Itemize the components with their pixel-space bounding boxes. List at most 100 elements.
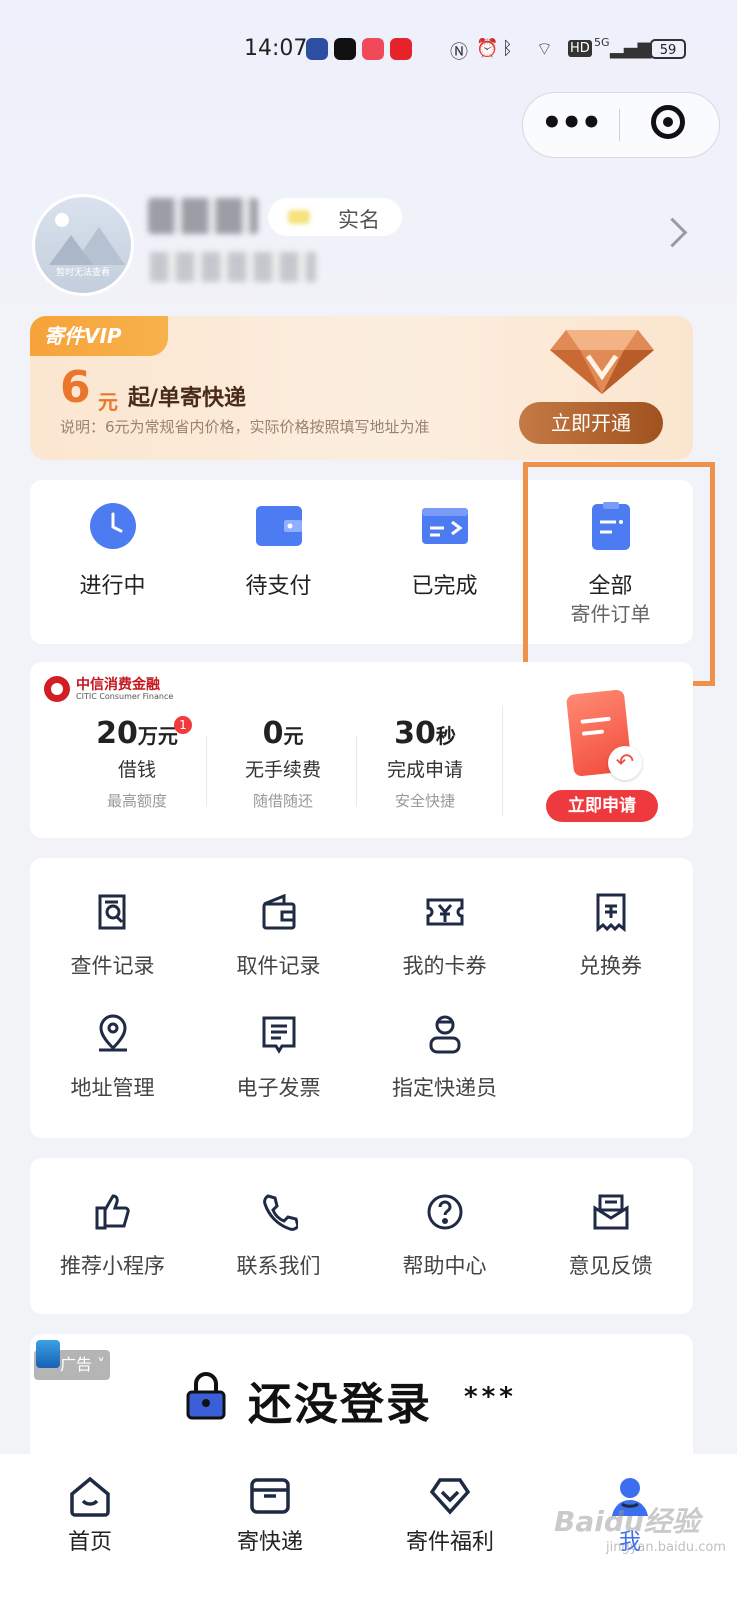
ad-stars: *** — [464, 1382, 517, 1412]
tool-label: 联系我们 — [236, 1254, 321, 1278]
phone-icon — [263, 1194, 298, 1231]
loan-apply-button[interactable]: 立即申请 — [546, 790, 658, 822]
vip-tag: 寄件VIP — [30, 316, 168, 356]
realname-label: 实名 — [338, 208, 380, 232]
search-record-icon — [98, 894, 126, 930]
tiktok-icon — [334, 38, 356, 60]
tab-label: 首页 — [67, 1530, 112, 1555]
order-label: 进行中 — [79, 574, 146, 599]
loan-sublabel: 最高额度 — [106, 792, 167, 810]
loan-unit: 万元 — [137, 724, 178, 748]
tool-e-invoice[interactable]: 电子发票 — [196, 1000, 361, 1120]
service-help[interactable]: 帮助中心 — [362, 1178, 527, 1298]
tab-send-parcel[interactable]: 寄快递 — [180, 1454, 360, 1600]
wallet-icon — [256, 506, 302, 546]
voucher-icon — [596, 893, 626, 932]
tab-benefits[interactable]: 寄件福利 — [360, 1454, 540, 1600]
loan-label: 无手续费 — [244, 759, 321, 781]
avatar[interactable]: 暂时无法查看 — [32, 194, 134, 296]
loan-unit: 秒 — [435, 724, 456, 748]
realname-badge[interactable]: 实名 — [268, 198, 402, 236]
loan-value: 20 — [96, 716, 138, 751]
network-label: 5G — [594, 36, 610, 49]
loan-sublabel: 随借随还 — [252, 792, 313, 810]
loan-label: 完成申请 — [386, 759, 463, 781]
courier-icon — [429, 1015, 461, 1054]
pickup-record-icon — [262, 893, 296, 930]
highlight-box — [523, 462, 715, 686]
service-feedback[interactable]: 意见反馈 — [528, 1178, 693, 1298]
loan-brand: 中信消费金融 — [76, 677, 160, 693]
vip-unit: 元 — [98, 390, 118, 414]
coupon-icon — [426, 898, 464, 926]
order-label: 已完成 — [411, 574, 478, 599]
loan-label: 借钱 — [117, 759, 156, 781]
divider — [502, 706, 503, 816]
service-contact[interactable]: 联系我们 — [196, 1178, 361, 1298]
signal-icon: ▂▄▆ — [610, 38, 652, 59]
loan-unit: 元 — [283, 724, 304, 748]
return-arrow-icon: ↶ — [608, 746, 642, 780]
tab-home[interactable]: 首页 — [0, 1454, 180, 1600]
nfc-icon: Ⓝ — [450, 42, 468, 63]
ad-headline: 还没登录 — [248, 1379, 432, 1430]
tool-label: 兑换券 — [579, 954, 642, 978]
tab-label: 寄快递 — [236, 1530, 303, 1555]
tool-label: 电子发票 — [236, 1076, 321, 1100]
tool-voucher[interactable]: 兑换券 — [528, 878, 693, 998]
diamond-icon — [550, 330, 654, 394]
tool-assign-courier[interactable]: 指定快递员 — [362, 1000, 527, 1120]
tool-my-coupons[interactable]: 我的卡券 — [362, 878, 527, 998]
tool-label: 地址管理 — [70, 1076, 155, 1100]
tool-label: 取件记录 — [236, 954, 321, 978]
avatar-mountain-icon — [49, 235, 93, 265]
order-completed[interactable]: 已完成 — [362, 480, 527, 644]
tool-label: 查件记录 — [70, 954, 155, 978]
tool-address-manage[interactable]: 地址管理 — [30, 1000, 195, 1120]
watermark-url: jingyan.baidu.com — [606, 1540, 726, 1555]
chevron-right-icon[interactable] — [657, 217, 688, 248]
vip-card[interactable]: 寄件VIP 6 元 起/单寄快递 说明：6元为常规省内价格，实际价格按照填写地址… — [30, 316, 693, 460]
loan-ad-card[interactable]: 中信消费金融 CITIC Consumer Finance 20万元 借钱 最高… — [30, 662, 693, 838]
home-icon — [70, 1476, 110, 1517]
tool-label: 推荐小程序 — [60, 1254, 165, 1278]
parcel-icon — [250, 1478, 290, 1514]
username-blurred — [148, 198, 258, 234]
avatar-caption: 暂时无法查看 — [55, 268, 110, 278]
tool-label: 帮助中心 — [402, 1254, 487, 1278]
more-menu-icon[interactable]: ••• — [541, 103, 602, 143]
loan-value: 30 — [394, 716, 436, 751]
ad-app-logo-icon — [36, 1340, 60, 1368]
app-news-icon — [390, 38, 412, 60]
status-time: 14:07 — [244, 36, 308, 61]
divider — [206, 736, 207, 806]
citic-logo-icon — [44, 676, 70, 702]
close-miniprogram-icon[interactable] — [651, 105, 685, 139]
capsule-divider — [619, 109, 620, 141]
alarm-icon: ⏰ — [476, 38, 499, 59]
more-services-card: 推荐小程序 联系我们 帮助中心 意见反馈 — [30, 1158, 693, 1314]
loan-brand-en: CITIC Consumer Finance — [76, 692, 174, 701]
tool-query-record[interactable]: 查件记录 — [30, 878, 195, 998]
avatar-sun-icon — [55, 213, 69, 227]
order-in-progress[interactable]: 进行中 — [30, 480, 195, 644]
vip-description: 起/单寄快递 — [128, 386, 247, 411]
feedback-icon — [593, 1194, 629, 1230]
help-icon — [427, 1194, 463, 1230]
order-pending-payment[interactable]: 待支付 — [196, 480, 361, 644]
wifi-icon: ⌔ — [536, 39, 553, 60]
benefit-icon — [429, 1478, 471, 1515]
box-arrow-icon — [422, 508, 468, 544]
ad-banner[interactable]: 广告 ˅ 还没登录 *** — [30, 1334, 693, 1464]
location-icon — [99, 1014, 127, 1052]
vip-open-button[interactable]: 立即开通 — [519, 402, 663, 444]
miniprogram-capsule: ••• — [522, 92, 720, 158]
service-recommend[interactable]: 推荐小程序 — [30, 1178, 195, 1298]
invoice-icon — [262, 1016, 296, 1054]
tool-pickup-record[interactable]: 取件记录 — [196, 878, 361, 998]
clock-icon — [90, 503, 136, 549]
app-notification-icon — [306, 38, 328, 60]
loan-column: 30秒 完成申请 安全快捷 — [350, 716, 500, 811]
battery-icon: 59 — [650, 39, 686, 59]
thumbs-up-icon — [95, 1194, 130, 1230]
